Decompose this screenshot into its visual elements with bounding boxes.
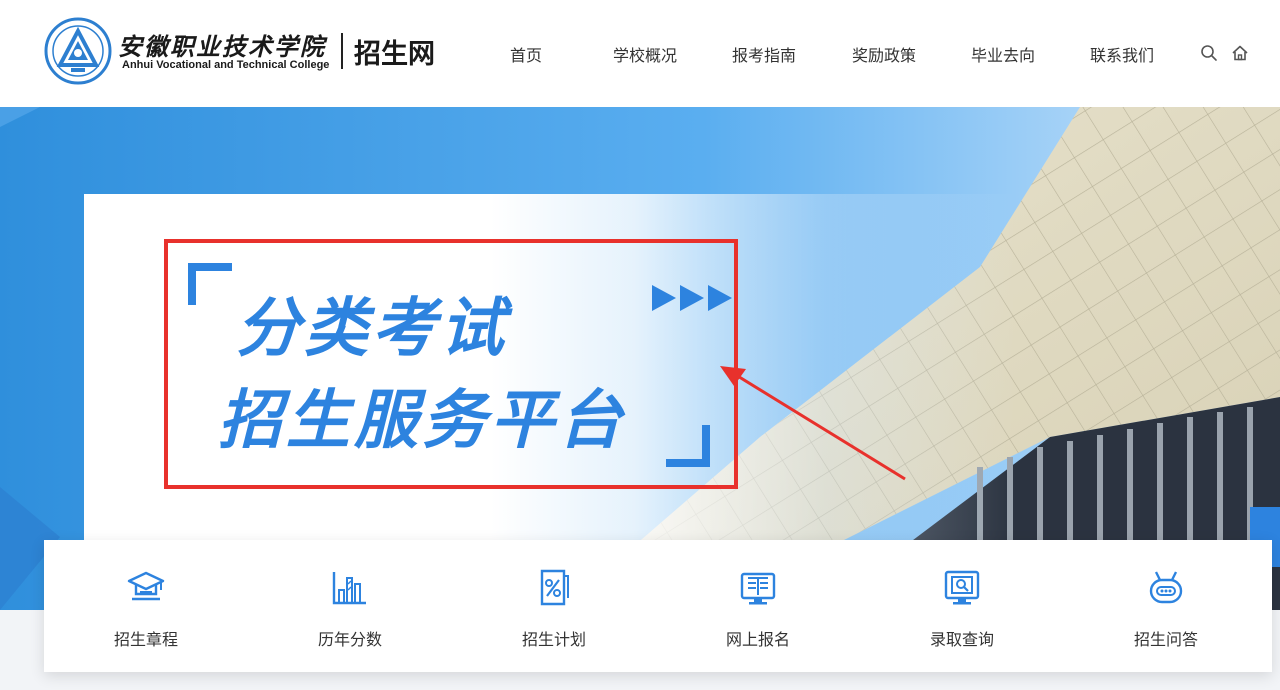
logo-divider — [341, 33, 343, 69]
college-name-cn[interactable]: 安徽职业技术学院 — [118, 27, 326, 62]
nav-school-overview[interactable]: 学校概况 — [613, 42, 677, 66]
nav-application-guide[interactable]: 报考指南 — [732, 42, 796, 66]
book-monitor-icon — [740, 572, 776, 605]
search-monitor-icon — [944, 570, 980, 605]
bar-chart-icon — [332, 572, 366, 605]
nav-home[interactable]: 首页 — [510, 42, 542, 66]
site-name[interactable]: 招生网 — [354, 32, 435, 71]
nav-contact-us[interactable]: 联系我们 — [1090, 42, 1154, 66]
nav-scholarship-policy[interactable]: 奖励政策 — [852, 42, 916, 66]
banner-title-line2: 招生服务平台 — [218, 384, 626, 458]
site-header: 安徽职业技术学院 Anhui Vocational and Technical … — [0, 0, 1280, 107]
quick-link-label: 网上报名 — [725, 630, 790, 649]
quick-link-label: 录取查询 — [929, 630, 994, 649]
pointer-arrow-icon — [720, 366, 906, 481]
quick-link-admission-qa[interactable]: 招生问答 — [1064, 540, 1268, 672]
quick-links-card: 招生章程 历年分数 招生计划 网上报名 录取查询 招生问答 — [44, 540, 1272, 672]
banner-title-line1: 分类考试 — [236, 292, 508, 366]
quick-link-admission-query[interactable]: 录取查询 — [860, 540, 1064, 672]
quick-link-past-scores[interactable]: 历年分数 — [248, 540, 452, 672]
quick-link-admission-rules[interactable]: 招生章程 — [44, 540, 248, 672]
college-emblem-icon[interactable] — [44, 17, 112, 85]
quick-link-label: 历年分数 — [317, 630, 382, 649]
search-icon[interactable] — [1200, 44, 1218, 62]
quick-link-label: 招生章程 — [113, 630, 178, 649]
college-name-en[interactable]: Anhui Vocational and Technical College — [122, 59, 329, 71]
percent-document-icon — [540, 569, 569, 606]
graduation-cap-icon — [127, 571, 165, 601]
quick-link-online-registration[interactable]: 网上报名 — [656, 540, 860, 672]
quick-link-label: 招生计划 — [521, 630, 586, 649]
home-icon[interactable] — [1231, 44, 1249, 62]
nav-graduate-destination[interactable]: 毕业去向 — [971, 42, 1035, 66]
hero-banner[interactable]: 分类考试 招生服务平台 — [0, 107, 1280, 610]
robot-chat-icon — [1149, 571, 1183, 604]
quick-link-admission-plan[interactable]: 招生计划 — [452, 540, 656, 672]
quick-link-label: 招生问答 — [1133, 630, 1198, 649]
